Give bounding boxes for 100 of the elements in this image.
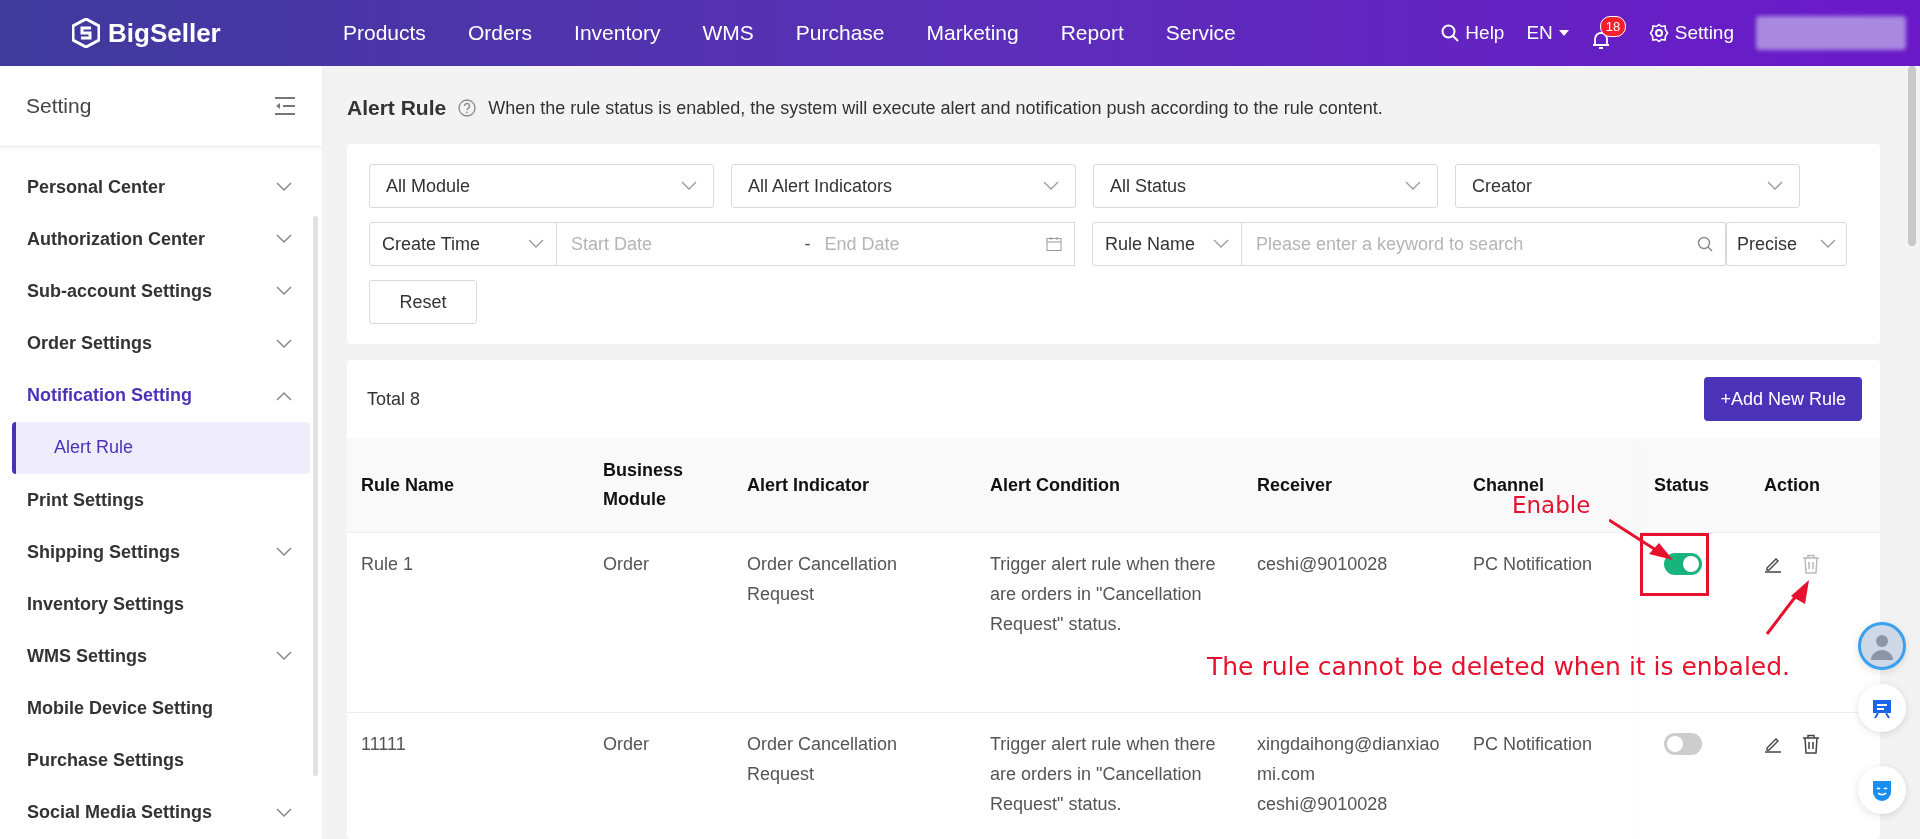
filter-select[interactable]: All Status	[1093, 164, 1438, 208]
date-separator: -	[804, 233, 811, 255]
help-link[interactable]: Help	[1441, 22, 1505, 44]
page-hint: When the rule status is enabled, the system will execute alert and notification push according to the rule content.	[488, 97, 1383, 119]
annotation-label: Enable	[1512, 492, 1591, 518]
assistant-button[interactable]	[1858, 766, 1906, 814]
nav-link[interactable]: Service	[1144, 21, 1257, 45]
receiver-email: ceshi@9010028	[1257, 793, 1389, 816]
chevron-down-icon	[1043, 181, 1059, 191]
search-icon	[1441, 24, 1460, 42]
filter-select[interactable]: All Alert Indicators	[731, 164, 1076, 208]
sidebar-subitem[interactable]: Alert Rule	[12, 421, 310, 474]
chevron-down-icon	[276, 286, 292, 297]
sidebar-item[interactable]: Mobile Device Setting	[0, 682, 322, 735]
filter-select[interactable]: All Module	[369, 164, 714, 208]
chevron-down-icon	[276, 234, 292, 245]
chevron-down-icon	[1820, 239, 1836, 249]
filter-select[interactable]: Creator	[1455, 164, 1800, 208]
trash-icon	[1802, 734, 1820, 754]
notification-button[interactable]: 18	[1590, 16, 1627, 50]
nav-link[interactable]: Orders	[446, 21, 554, 45]
notification-count: 18	[1599, 16, 1627, 37]
page-scrollbar[interactable]	[1908, 66, 1916, 246]
sidebar-item[interactable]: Personal Center	[0, 161, 322, 214]
sidebar-item[interactable]: Purchase Settings	[0, 734, 322, 787]
table-cell-text: 11111	[361, 733, 407, 756]
table-cell-text: Rule 1	[361, 553, 415, 576]
page-title: Alert Rule	[347, 96, 447, 120]
sidebar-item[interactable]: WMS Settings	[0, 630, 322, 683]
sidebar-item[interactable]: Shipping Settings	[0, 526, 322, 579]
sidebar-item[interactable]: Print Settings	[0, 474, 322, 527]
column-header: Alert Indicator	[746, 473, 871, 497]
caret-icon	[1558, 30, 1569, 36]
table-cell-text: Order Cancellation Request	[747, 733, 899, 786]
sidebar-item[interactable]: Order Settings	[0, 317, 322, 370]
add-rule-button[interactable]: +Add New Rule	[1704, 377, 1862, 421]
sidebar-item[interactable]: Authorization Center	[0, 213, 322, 266]
table-cell-text: Order	[603, 733, 650, 756]
collapse-menu-icon[interactable]	[274, 97, 296, 116]
table-cell-text: Trigger alert rule when there are orders in "Cancellation Request" status.	[990, 553, 1217, 636]
setting-link[interactable]: Setting	[1648, 22, 1734, 44]
logo-icon	[72, 18, 100, 48]
total-count: Total 8	[367, 388, 421, 410]
nav-link[interactable]: Marketing	[905, 21, 1040, 45]
annotation-note: The rule cannot be deleted when it is enbaled.	[1207, 652, 1791, 681]
calendar-icon	[1046, 236, 1062, 252]
search-box[interactable]: Please enter a keyword to search	[1242, 222, 1726, 266]
receiver-email: ceshi@9010028	[1257, 553, 1389, 576]
nav-link[interactable]: Report	[1039, 21, 1145, 45]
bell-icon	[1590, 30, 1611, 50]
chevron-down-icon	[276, 651, 292, 662]
search-type-select[interactable]: Rule Name	[1092, 222, 1242, 266]
annotation-arrow	[1609, 518, 1675, 562]
chevron-down-icon	[276, 182, 292, 193]
nav-link[interactable]: Purchase	[774, 21, 906, 45]
column-header: Rule Name	[360, 473, 456, 497]
search-icon	[1697, 236, 1713, 252]
nav-link[interactable]: WMS	[681, 21, 775, 45]
table-cell-text: Trigger alert rule when there are orders in "Cancellation Request" status.	[990, 733, 1217, 816]
logo-text: BigSeller	[108, 17, 221, 49]
chevron-down-icon	[1213, 239, 1229, 249]
delete-button[interactable]	[1802, 734, 1820, 754]
sidebar-scrollbar[interactable]	[313, 216, 318, 776]
sidebar-title: Setting	[26, 94, 92, 119]
column-header: Receiver	[1256, 473, 1334, 497]
status-toggle[interactable]	[1664, 553, 1702, 575]
board-icon	[1871, 697, 1893, 719]
chevron-down-icon	[276, 547, 292, 558]
nav-link[interactable]: Inventory	[553, 21, 682, 45]
column-header: Alert Condition	[989, 473, 1121, 497]
language-select[interactable]: EN	[1526, 22, 1569, 44]
reset-button[interactable]: Reset	[369, 280, 477, 324]
chevron-down-icon	[276, 807, 292, 818]
chevron-down-icon	[528, 239, 544, 249]
chevron-up-icon	[276, 390, 292, 401]
chevron-down-icon	[1767, 181, 1783, 191]
chevron-down-icon	[1405, 181, 1421, 191]
column-header: Status	[1653, 473, 1710, 497]
help-icon[interactable]	[458, 99, 477, 117]
gear-icon	[1648, 23, 1669, 43]
trash-icon	[1802, 554, 1820, 574]
column-header: Channel	[1472, 473, 1545, 495]
time-type-select[interactable]: Create Time	[369, 222, 557, 266]
sidebar-item[interactable]: Notification Setting	[0, 369, 322, 422]
sidebar-item[interactable]: Inventory Settings	[0, 578, 322, 631]
smiley-icon	[1870, 778, 1894, 802]
annotation-box	[1640, 533, 1709, 596]
chat-button[interactable]	[1858, 684, 1906, 732]
column-header: Action	[1763, 473, 1821, 497]
sidebar-item[interactable]: Social Media Settings	[0, 786, 322, 839]
table-cell-text: PC Notification	[1473, 553, 1594, 576]
nav-link[interactable]: Products	[322, 21, 447, 45]
match-select[interactable]: Precise	[1726, 222, 1847, 266]
chevron-down-icon	[681, 181, 697, 191]
chevron-down-icon	[276, 338, 292, 349]
support-avatar[interactable]	[1858, 622, 1906, 670]
table-cell-text: Order	[603, 553, 650, 576]
sidebar-item[interactable]: Sub-account Settings	[0, 265, 322, 318]
table-cell-text: PC Notification	[1473, 733, 1594, 756]
status-toggle[interactable]	[1664, 733, 1702, 755]
